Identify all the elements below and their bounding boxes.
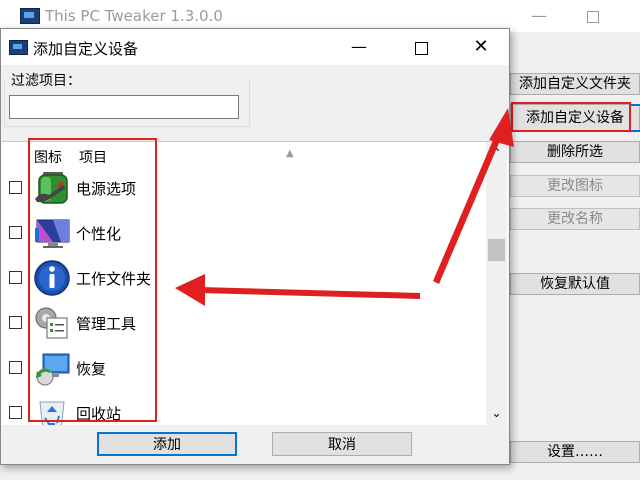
item-checkbox[interactable] <box>9 406 22 419</box>
item-checkbox[interactable] <box>9 361 22 374</box>
sort-up-icon: ▲ <box>286 148 294 159</box>
dialog-titlebar: 添加自定义设备 — ✕ <box>1 29 509 65</box>
main-window-title: This PC Tweaker 1.3.0.0 <box>45 7 223 25</box>
main-minimize-button[interactable]: — <box>524 6 554 26</box>
change-name-button[interactable]: 更改名称 <box>510 208 640 230</box>
restore-default-button[interactable]: 恢复默认值 <box>510 273 640 295</box>
app-icon <box>20 8 40 24</box>
filter-input[interactable] <box>9 95 239 119</box>
scroll-down-icon[interactable]: ⌄ <box>486 404 507 422</box>
focus-indicator <box>630 104 640 132</box>
dialog-close-button[interactable]: ✕ <box>467 35 495 59</box>
change-icon-button[interactable]: 更改图标 <box>510 175 640 197</box>
annotation-highlight-box <box>511 102 631 132</box>
main-maximize-button[interactable] <box>587 11 599 23</box>
cancel-button[interactable]: 取消 <box>272 432 412 456</box>
add-button[interactable]: 添加 <box>97 432 237 456</box>
filter-label: 过滤项目： <box>11 73 81 89</box>
dialog-app-icon <box>9 40 28 55</box>
item-checkbox[interactable] <box>9 181 22 194</box>
dialog-title: 添加自定义设备 <box>33 40 139 58</box>
dialog-minimize-button[interactable]: — <box>345 35 373 59</box>
settings-button[interactable]: 设置…… <box>510 441 640 463</box>
delete-selected-button[interactable]: 删除所选 <box>510 141 640 163</box>
add-custom-folder-button[interactable]: 添加自定义文件夹 <box>510 73 640 95</box>
list-scrollbar[interactable]: ⌃ ⌄ <box>486 142 507 425</box>
dialog-maximize-button[interactable] <box>415 42 428 55</box>
item-checkbox[interactable] <box>9 271 22 284</box>
item-checkbox[interactable] <box>9 226 22 239</box>
scroll-thumb[interactable] <box>488 239 505 261</box>
annotation-highlight-box <box>28 138 157 422</box>
scroll-up-icon[interactable]: ⌃ <box>486 144 507 162</box>
item-checkbox[interactable] <box>9 316 22 329</box>
